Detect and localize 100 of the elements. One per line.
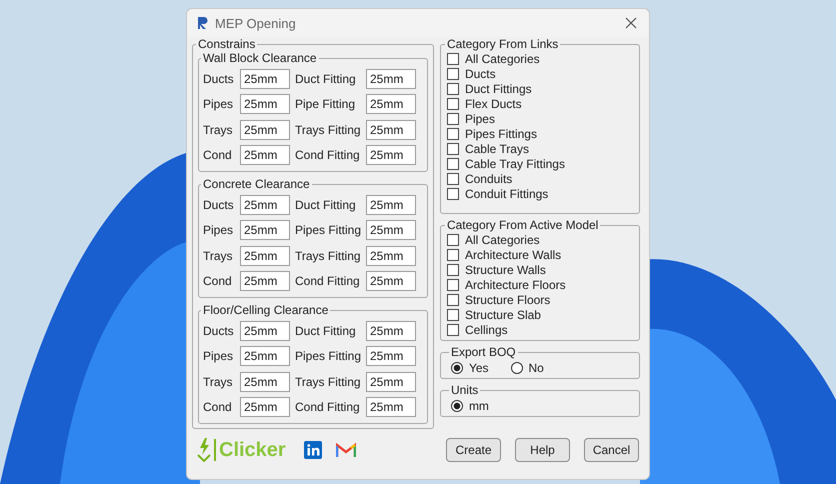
clearance-input[interactable]: 25mm <box>366 397 416 418</box>
clearance-input[interactable]: 25mm <box>240 271 290 292</box>
checkbox[interactable] <box>446 308 459 320</box>
checkbox-label: Cable Tray Fittings <box>464 156 565 170</box>
dialog-button[interactable]: Cancel <box>584 438 639 462</box>
clearance-input[interactable]: 25mm <box>366 320 416 341</box>
group-legend: Floor/Celling Clearance <box>201 303 330 317</box>
field-label: Trays <box>203 248 234 263</box>
radio-button[interactable] <box>450 400 463 412</box>
field-label: Duct Fitting <box>295 324 357 338</box>
checkbox-label: Architecture Floors <box>464 278 566 292</box>
field-label: Pipe Fitting <box>295 97 356 112</box>
clearance-input[interactable]: 25mm <box>366 346 416 366</box>
clearance-input[interactable]: 25mm <box>240 372 290 392</box>
checkbox-label: Ducts <box>464 66 496 80</box>
checkbox-label: Conduits <box>464 172 512 186</box>
group-legend: Wall Block Clearance <box>201 51 319 65</box>
clearance-input[interactable]: 25mm <box>366 246 416 266</box>
field-label: Ducts <box>203 324 235 338</box>
checkbox[interactable] <box>446 68 459 80</box>
clearance-input[interactable]: 25mm <box>366 220 416 240</box>
clearance-input[interactable]: 25mm <box>240 220 290 240</box>
group-legend: Units <box>448 383 480 397</box>
group-legend: Constrains <box>196 37 258 51</box>
letter-r-icon <box>197 16 209 30</box>
clearance-input[interactable]: 25mm <box>240 320 290 341</box>
checkbox-label: Structure Slab <box>464 308 541 322</box>
field-label: Duct Fitting <box>295 72 357 86</box>
checkbox-label: All Categories <box>464 232 540 246</box>
field-label: Trays Fitting <box>295 374 362 389</box>
dialog-button[interactable]: Create <box>446 438 501 462</box>
field-label: Ducts <box>203 72 235 86</box>
group-legend: Category From Active Model <box>444 218 600 232</box>
field-label: Trays <box>203 122 234 137</box>
group-legend: Concrete Clearance <box>201 177 312 191</box>
checkbox-label: All Categories <box>464 52 540 66</box>
checkbox[interactable] <box>446 188 459 200</box>
checkbox[interactable] <box>446 324 459 336</box>
checkbox[interactable] <box>446 82 459 94</box>
field-label: Pipes <box>203 349 234 364</box>
radio-button[interactable] <box>510 362 523 374</box>
clearance-input[interactable]: 25mm <box>240 397 290 418</box>
field-label: Cond Fitting <box>295 400 361 414</box>
checkbox[interactable] <box>446 278 459 290</box>
field-label: Trays Fitting <box>295 248 362 263</box>
checkbox[interactable] <box>446 112 459 124</box>
field-label: Cond <box>203 274 233 288</box>
radio-label: No <box>528 361 544 375</box>
field-label: Trays <box>203 374 234 389</box>
field-label: Trays Fitting <box>295 122 362 137</box>
checkbox[interactable] <box>446 234 459 246</box>
clearance-input[interactable]: 25mm <box>366 372 416 392</box>
checkbox[interactable] <box>446 248 459 260</box>
checkbox[interactable] <box>446 158 459 170</box>
checkbox[interactable] <box>446 98 459 110</box>
checkbox-label: Architecture Walls <box>464 248 562 262</box>
gmail-icon[interactable] <box>336 442 356 458</box>
clearance-input[interactable]: 25mm <box>366 271 416 292</box>
checkbox-label: Duct Fittings <box>464 82 532 96</box>
close-button[interactable] <box>623 15 639 31</box>
radio-label: mm <box>468 399 489 413</box>
clearance-input[interactable]: 25mm <box>240 145 290 166</box>
clearance-input[interactable]: 25mm <box>240 94 290 114</box>
checkbox[interactable] <box>446 52 459 64</box>
clearance-input[interactable]: 25mm <box>366 68 416 89</box>
clearance-input[interactable]: 25mm <box>240 246 290 266</box>
field-label: Cond <box>203 400 233 414</box>
dialog-button[interactable]: Help <box>515 438 570 462</box>
checkbox-label: Cellings <box>464 322 508 336</box>
checkbox[interactable] <box>446 294 459 306</box>
checkbox-label: Structure Walls <box>464 262 546 276</box>
linkedin-icon[interactable] <box>304 441 322 459</box>
clearance-input[interactable]: 25mm <box>240 346 290 366</box>
field-label: Pipes <box>203 223 234 238</box>
lightning-arrow-icon <box>197 437 211 463</box>
clearance-input[interactable]: 25mm <box>366 145 416 166</box>
clearance-input[interactable]: 25mm <box>240 194 290 215</box>
clearance-input[interactable]: 25mm <box>366 94 416 114</box>
field-label: Pipes <box>203 97 234 112</box>
field-label: Ducts <box>203 198 235 212</box>
checkbox-label: Structure Floors <box>464 292 550 306</box>
clearance-input[interactable]: 25mm <box>366 120 416 140</box>
checkbox[interactable] <box>446 142 459 154</box>
window-title: MEP Opening <box>215 16 296 30</box>
checkbox-label: Cable Trays <box>464 142 529 156</box>
clearance-input[interactable]: 25mm <box>240 120 290 140</box>
radio-button[interactable] <box>450 362 463 374</box>
field-label: Cond Fitting <box>295 274 361 288</box>
checkbox-label: Pipes Fittings <box>464 126 537 140</box>
group-legend: Category From Links <box>444 37 560 51</box>
checkbox-label: Flex Ducts <box>464 96 522 110</box>
checkbox[interactable] <box>446 172 459 184</box>
checkbox[interactable] <box>446 264 459 276</box>
radio-label: Yes <box>468 361 489 375</box>
field-label: Cond Fitting <box>295 148 361 162</box>
checkbox[interactable] <box>446 128 459 140</box>
clearance-input[interactable]: 25mm <box>366 194 416 215</box>
clearance-input[interactable]: 25mm <box>240 68 290 89</box>
field-label: Pipes Fitting <box>295 349 362 364</box>
checkbox-label: Conduit Fittings <box>464 186 548 200</box>
